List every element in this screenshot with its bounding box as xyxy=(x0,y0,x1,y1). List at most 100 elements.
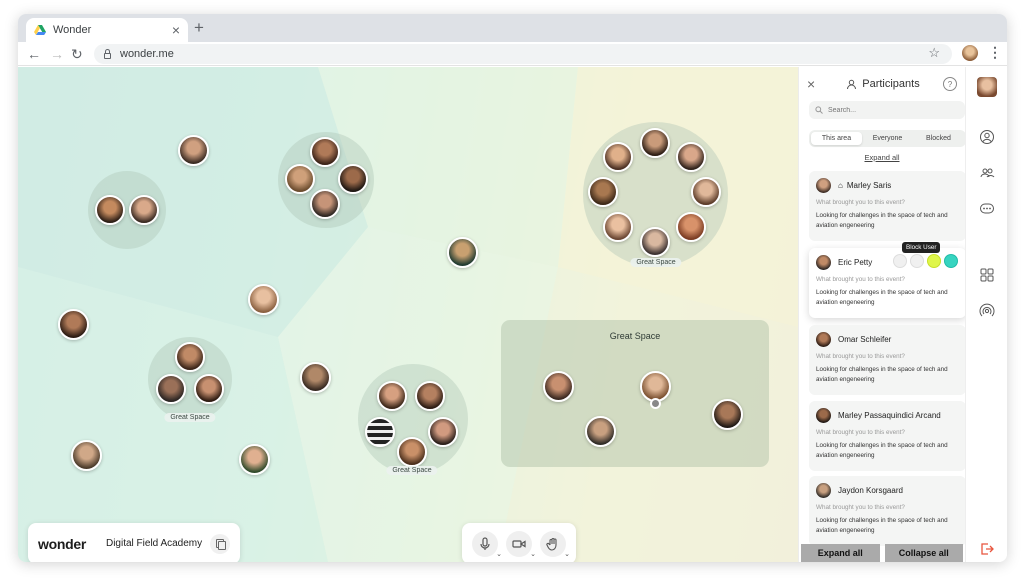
address-bar[interactable]: wonder.me ☆ xyxy=(94,44,952,64)
broadcast-button[interactable] xyxy=(979,303,995,319)
forward-arrow-icon[interactable]: → xyxy=(50,45,64,63)
participant-avatar[interactable] xyxy=(603,142,633,172)
people-icon xyxy=(980,168,995,178)
profile-icon xyxy=(980,130,994,144)
participant-avatar[interactable] xyxy=(310,189,340,219)
participant-card[interactable]: Jaydon Korsgaard What brought you to thi… xyxy=(809,476,966,546)
tab-this-area[interactable]: This area xyxy=(811,132,862,145)
browser-window: Wonder × + ← → ↻ wonder.me ☆ ⋮ Great Spa… xyxy=(18,14,1007,562)
participant-avatar[interactable] xyxy=(428,417,458,447)
tab-close-icon[interactable]: × xyxy=(172,23,180,37)
tab-blocked[interactable]: Blocked xyxy=(913,132,964,145)
profile-button[interactable] xyxy=(979,129,995,145)
home-icon: ⌂ xyxy=(838,181,843,190)
new-tab-button[interactable]: + xyxy=(194,18,204,38)
copy-link-icon[interactable] xyxy=(210,533,230,554)
panel-title: Participants xyxy=(823,78,943,90)
chat-button[interactable] xyxy=(979,201,995,217)
block-user-tooltip: Block User xyxy=(902,242,941,253)
great-space-area[interactable]: Great Space xyxy=(501,320,769,467)
participant-avatar[interactable] xyxy=(447,237,478,268)
participant-avatar[interactable] xyxy=(676,142,706,172)
leave-button[interactable] xyxy=(979,541,995,557)
help-icon[interactable]: ? xyxy=(943,77,957,91)
participant-card[interactable]: Omar Schleifer What brought you to this … xyxy=(809,325,966,395)
participant-avatar[interactable] xyxy=(178,135,209,166)
participant-avatar[interactable] xyxy=(640,128,670,158)
microphone-button[interactable]: ⌄ xyxy=(472,530,502,558)
camera-icon xyxy=(512,539,526,548)
search-box[interactable] xyxy=(809,101,965,119)
profile-avatar[interactable] xyxy=(962,45,978,61)
block-user-icon[interactable] xyxy=(927,254,941,268)
participant-question: What brought you to this event? xyxy=(816,429,905,436)
participant-avatar[interactable] xyxy=(377,381,407,411)
camera-button[interactable]: ⌄ xyxy=(506,530,536,558)
participant-avatar[interactable] xyxy=(129,195,159,225)
locate-icon[interactable] xyxy=(893,254,907,268)
message-icon[interactable] xyxy=(910,254,924,268)
apps-button[interactable] xyxy=(979,267,995,283)
participant-avatar[interactable] xyxy=(603,212,633,242)
participant-avatar[interactable] xyxy=(248,284,279,315)
participant-card[interactable]: Marley Passaquindici Arcand What brought… xyxy=(809,401,966,471)
reload-icon[interactable]: ↻ xyxy=(71,45,83,63)
participant-avatar[interactable] xyxy=(691,177,721,207)
participant-answer: Looking for challenges in the space of t… xyxy=(816,442,948,459)
participant-card[interactable]: ⌂ Marley Saris What brought you to this … xyxy=(809,171,966,241)
participant-avatar[interactable] xyxy=(300,362,331,393)
wonder-logo: wonder xyxy=(38,535,86,552)
chevron-down-icon[interactable]: ⌄ xyxy=(530,550,536,558)
participant-avatar[interactable] xyxy=(676,212,706,242)
expand-all-link[interactable]: Expand all xyxy=(799,153,965,162)
bookmark-star-icon[interactable]: ☆ xyxy=(928,45,940,61)
wonder-canvas[interactable]: Great Space Great Space Great Space Grea… xyxy=(18,67,798,562)
participant-avatar[interactable] xyxy=(712,399,743,430)
participant-avatar[interactable] xyxy=(415,381,445,411)
chevron-down-icon[interactable]: ⌄ xyxy=(496,550,502,558)
tab-strip: Wonder × + xyxy=(18,14,1007,42)
participant-avatar[interactable] xyxy=(194,374,224,404)
chevron-down-icon[interactable]: ⌄ xyxy=(564,550,570,558)
exit-icon xyxy=(981,543,994,555)
participant-avatar[interactable] xyxy=(543,371,574,402)
participant-avatar[interactable] xyxy=(585,416,616,447)
group-label: Great Space xyxy=(164,413,216,422)
tab-everyone[interactable]: Everyone xyxy=(862,132,913,145)
participant-avatar[interactable] xyxy=(285,164,315,194)
participant-question: What brought you to this event? xyxy=(816,276,905,283)
participant-avatar[interactable] xyxy=(239,444,270,475)
panel-title-text: Participants xyxy=(862,78,920,90)
participant-avatar[interactable] xyxy=(175,342,205,372)
raise-hand-button[interactable]: ⌄ xyxy=(540,530,570,558)
close-icon[interactable]: × xyxy=(807,76,823,92)
participant-avatar[interactable] xyxy=(310,137,340,167)
back-arrow-icon[interactable]: ← xyxy=(27,45,41,63)
participant-card[interactable]: Eric Petty Block User What brought you t… xyxy=(809,242,966,318)
participant-answer: Looking for challenges in the space of t… xyxy=(816,212,948,229)
participant-avatar[interactable] xyxy=(58,309,89,340)
participant-avatar[interactable] xyxy=(338,164,368,194)
tab-title: Wonder xyxy=(53,24,92,36)
avatar xyxy=(816,408,831,423)
menu-kebab-icon[interactable]: ⋮ xyxy=(988,44,1002,61)
participant-avatar[interactable] xyxy=(71,440,102,471)
broadcast-icon xyxy=(979,303,995,317)
search-input[interactable] xyxy=(828,106,948,114)
my-avatar[interactable] xyxy=(977,77,997,97)
participant-avatar[interactable] xyxy=(156,374,186,404)
participant-avatar[interactable] xyxy=(365,417,395,447)
invite-icon[interactable] xyxy=(944,254,958,268)
participant-avatar[interactable] xyxy=(640,227,670,257)
participants-panel: × Participants ? This area Everyone Bloc… xyxy=(798,67,966,562)
microphone-icon xyxy=(480,536,490,550)
participant-avatar[interactable] xyxy=(397,437,427,467)
browser-tab[interactable]: Wonder × xyxy=(26,18,188,42)
participants-button[interactable] xyxy=(979,165,995,181)
expand-all-button[interactable]: Expand all xyxy=(801,544,880,562)
collapse-all-button[interactable]: Collapse all xyxy=(884,544,963,562)
chat-icon xyxy=(980,203,994,214)
participant-answer: Looking for challenges in the space of t… xyxy=(816,517,948,534)
participant-avatar[interactable] xyxy=(588,177,618,207)
participant-avatar[interactable] xyxy=(95,195,125,225)
